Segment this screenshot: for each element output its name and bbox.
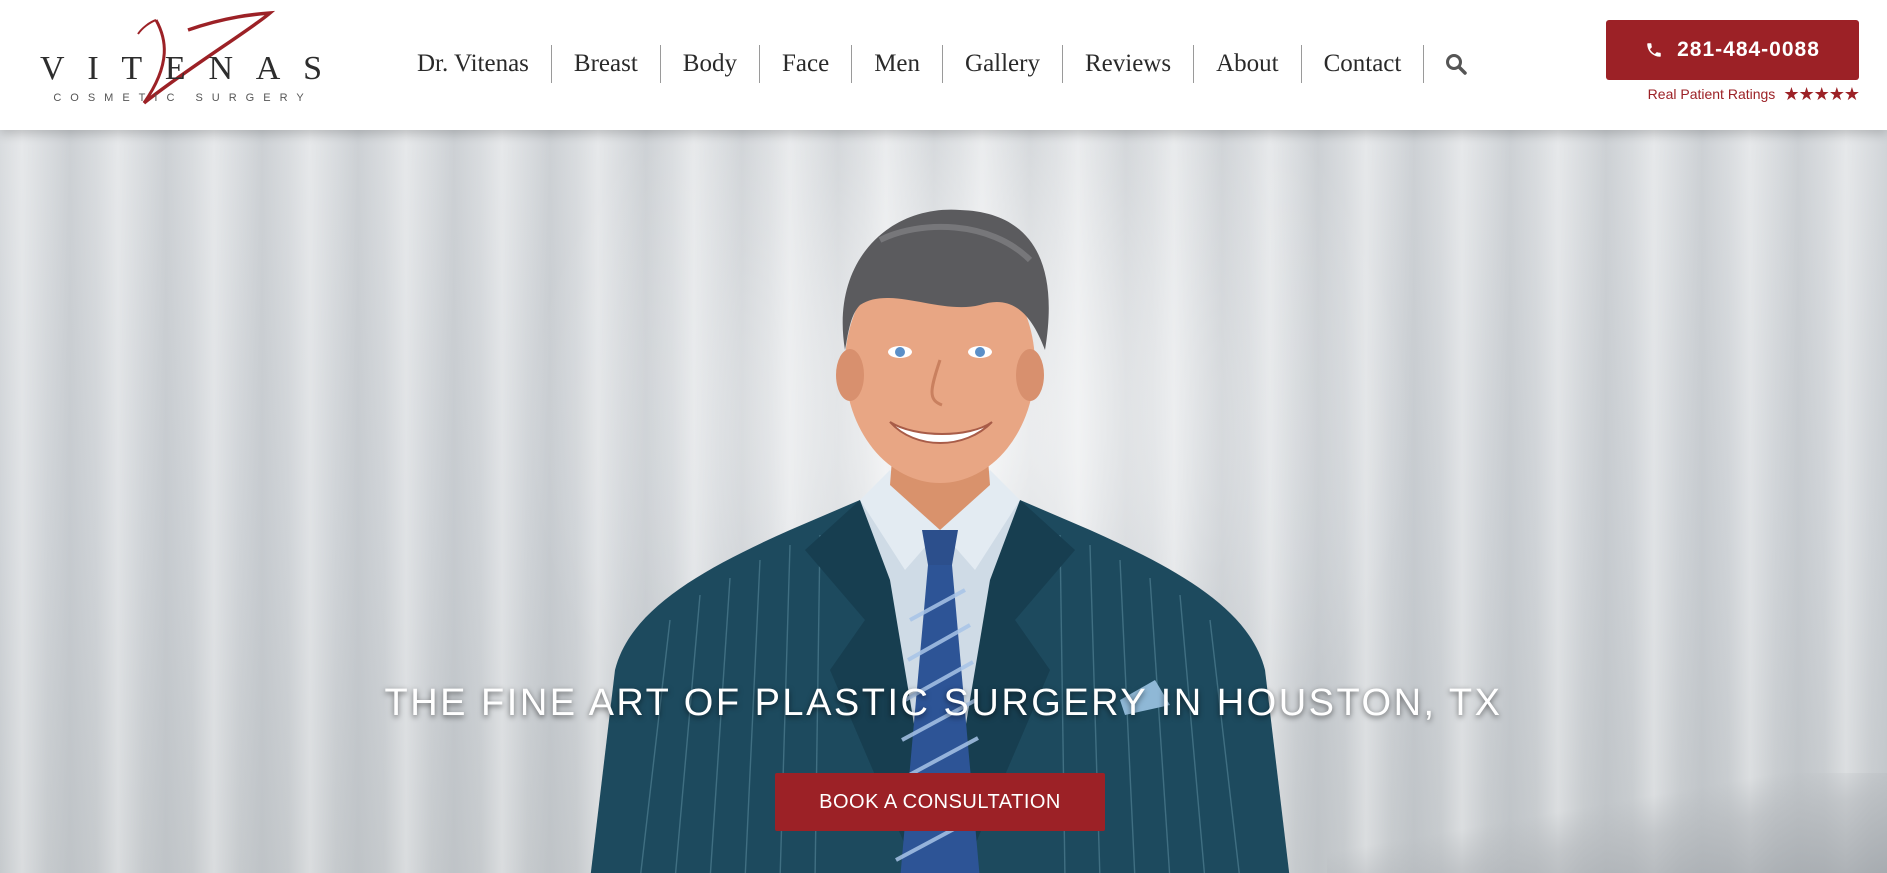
ratings-label: Real Patient Ratings [1647,86,1776,102]
logo-letter: V [40,50,65,87]
logo-letter: I [87,50,99,87]
site-header: V I T E N A S COSMETIC SURGERY Dr. Viten… [0,0,1887,130]
logo-letter: A [255,50,281,87]
nav-item-reviews[interactable]: Reviews [1063,45,1193,83]
logo[interactable]: V I T E N A S COSMETIC SURGERY [38,8,328,108]
hero-floor [1327,773,1887,873]
main-nav: Dr. Vitenas Breast Body Face Men Gallery… [395,40,1488,88]
book-consultation-button[interactable]: BOOK A CONSULTATION [775,773,1105,831]
nav-item-about[interactable]: About [1194,45,1301,83]
phone-number: 281-484-0088 [1677,38,1820,61]
logo-letter: S [303,50,322,87]
logo-wordmark: V I T E N A S [40,50,322,88]
logo-letter: E [164,50,186,87]
search-button[interactable] [1424,45,1488,83]
nav-item-contact[interactable]: Contact [1302,45,1424,83]
nav-item-body[interactable]: Body [661,45,759,83]
phone-button[interactable]: 281-484-0088 [1606,20,1859,80]
hero-banner: THE FINE ART OF PLASTIC SURGERY IN HOUST… [0,130,1887,873]
logo-letter: T [121,50,143,87]
hero-tagline: THE FINE ART OF PLASTIC SURGERY IN HOUST… [384,682,1503,724]
nav-item-face[interactable]: Face [760,45,851,83]
phone-icon [1647,43,1661,57]
site: V I T E N A S COSMETIC SURGERY Dr. Viten… [0,0,1887,873]
nav-item-dr-vitenas[interactable]: Dr. Vitenas [395,45,551,83]
nav-item-gallery[interactable]: Gallery [943,45,1062,83]
ratings-link[interactable]: Real Patient Ratings ★★★★★ [1606,84,1860,104]
search-icon [1446,54,1468,75]
nav-item-men[interactable]: Men [852,45,942,83]
logo-letter: N [208,50,234,87]
nav-item-breast[interactable]: Breast [552,45,660,83]
star-rating-icon: ★★★★★ [1783,84,1860,104]
logo-subtitle: COSMETIC SURGERY [53,92,313,104]
